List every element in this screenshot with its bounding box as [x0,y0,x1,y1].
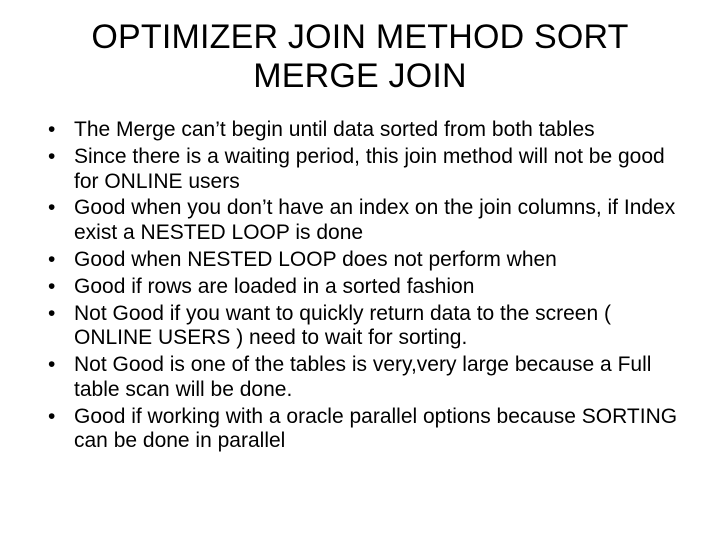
slide: OPTIMIZER JOIN METHOD SORT MERGE JOIN Th… [0,0,720,540]
list-item: Good if rows are loaded in a sorted fash… [48,275,684,300]
list-item: Since there is a waiting period, this jo… [48,145,684,195]
list-item: The Merge can’t begin until data sorted … [48,118,684,143]
list-item: Not Good if you want to quickly return d… [48,302,684,352]
slide-title: OPTIMIZER JOIN METHOD SORT MERGE JOIN [28,18,692,96]
bullet-list: The Merge can’t begin until data sorted … [28,118,692,454]
list-item: Good when you don’t have an index on the… [48,196,684,246]
list-item: Good when NESTED LOOP does not perform w… [48,248,684,273]
list-item: Good if working with a oracle parallel o… [48,405,684,455]
list-item: Not Good is one of the tables is very,ve… [48,353,684,403]
